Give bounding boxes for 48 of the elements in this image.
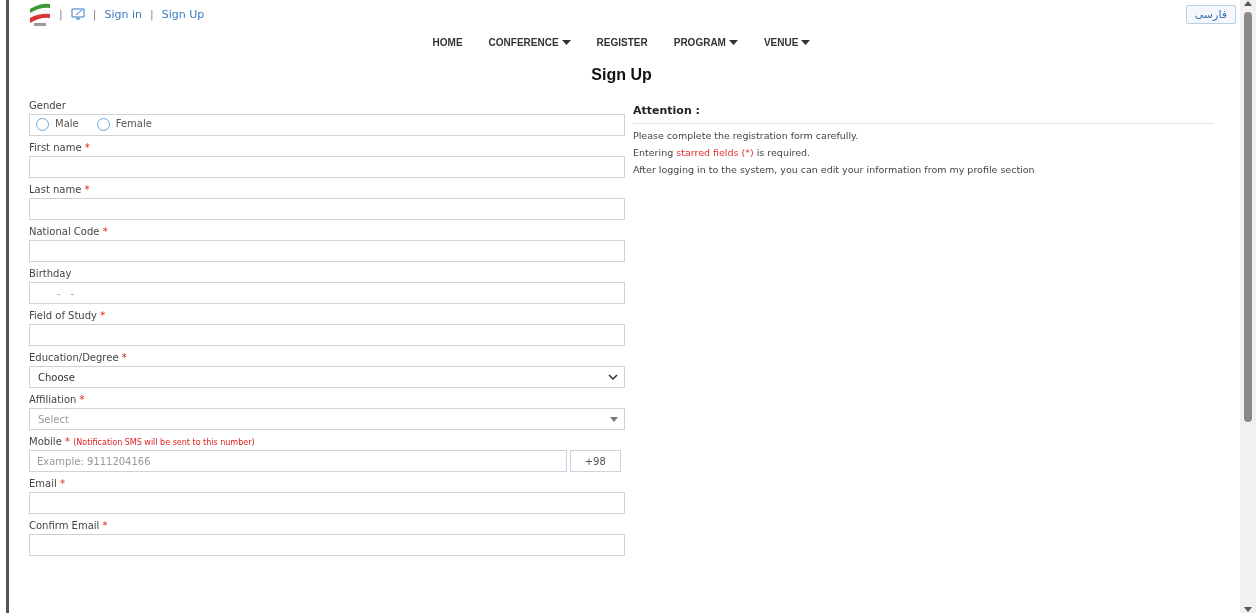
logo xyxy=(29,1,51,27)
radio-label: Female xyxy=(115,117,152,129)
input-field[interactable] xyxy=(29,198,625,220)
input-field[interactable]: ____-__-__ xyxy=(29,282,625,304)
field-label: National Code * xyxy=(29,226,109,237)
radio-button[interactable] xyxy=(36,118,49,131)
nav-item[interactable]: HOME xyxy=(426,35,469,50)
select-field[interactable]: Choose xyxy=(29,366,625,388)
country-code: +98 xyxy=(569,450,621,472)
attention-text: Please complete the registration form carefully. xyxy=(633,130,860,141)
attention-text: Entering starred fields (*) is required. xyxy=(633,147,812,158)
nav-item[interactable]: PROGRAM xyxy=(667,35,744,50)
field-label: Mobile * (Notification SMS will be sent to this number) xyxy=(29,436,256,447)
input-field[interactable] xyxy=(29,534,625,556)
nav-item[interactable]: VENUE xyxy=(757,35,817,50)
separator: | xyxy=(59,7,63,21)
input-field[interactable] xyxy=(29,240,625,262)
top-link[interactable]: Sign in xyxy=(104,7,142,21)
separator: | xyxy=(92,7,97,21)
field-label: Last name * xyxy=(29,184,91,195)
separator: | xyxy=(149,7,154,21)
field-label: Field of Study * xyxy=(29,310,107,321)
page-title: Sign Up xyxy=(590,66,653,84)
monitor-icon[interactable] xyxy=(70,8,85,20)
scrollbar[interactable] xyxy=(1240,0,1256,613)
chevron-icon xyxy=(608,374,618,380)
attention-heading: Attention : xyxy=(633,98,1214,124)
input-field[interactable]: Example: 9111204166 xyxy=(29,450,567,472)
input-field[interactable] xyxy=(29,156,625,178)
field-label: Birthday xyxy=(29,268,73,279)
radio-label: Male xyxy=(55,117,79,129)
caret-icon xyxy=(610,416,618,422)
nav-item[interactable]: CONFERENCE xyxy=(482,35,577,50)
input-field[interactable] xyxy=(29,324,625,346)
input-field[interactable] xyxy=(29,492,625,514)
field-label: Affiliation * xyxy=(29,394,86,405)
field-label: Email * xyxy=(29,478,66,489)
language-button[interactable]: فارسی xyxy=(1185,4,1236,24)
attention-text: After logging in to the system, you can edit your information from my profile section xyxy=(633,164,1036,175)
nav-item[interactable]: REGISTER xyxy=(590,35,654,50)
field-label: First name * xyxy=(29,142,91,153)
field-label: Confirm Email * xyxy=(29,520,109,531)
field-label: Education/Degree * xyxy=(29,352,128,363)
top-link[interactable]: Sign Up xyxy=(161,7,205,21)
radio-button[interactable] xyxy=(96,118,110,131)
scroll-up-icon[interactable] xyxy=(1244,0,1252,6)
scroll-down-icon[interactable] xyxy=(1244,607,1252,613)
field-label: Gender xyxy=(29,100,67,111)
